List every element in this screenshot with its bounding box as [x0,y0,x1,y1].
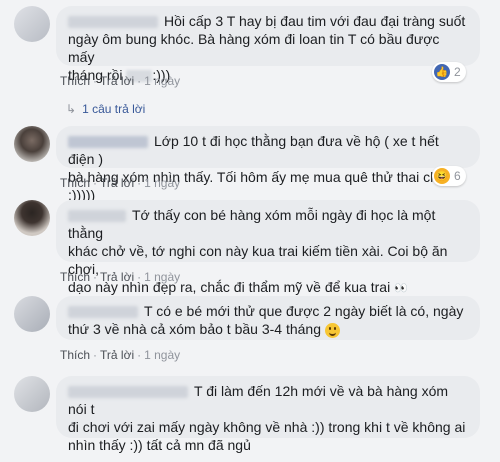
comment-text-line: nhìn thấy :)) tất cả mn đã ngủ [68,437,251,453]
comment-actions: Thích · Trả lời · 1 ngày [60,348,181,362]
like-link[interactable]: Thích [60,270,90,284]
avatar[interactable] [14,200,50,236]
comment-text-line: đi chơi với zai mấy ngày không về nhà :)… [68,419,466,435]
eyes-emoji-icon: 👀 [394,282,408,295]
haha-icon: 😆 [434,168,450,184]
author-name[interactable] [68,16,158,29]
comment-bubble: Lớp 10 t đi học thằng bạn đưa về hộ ( xe… [56,126,480,203]
timestamp[interactable]: 1 ngày [144,270,180,284]
reaction-summary[interactable]: 👍 2 [432,62,466,82]
reply-link[interactable]: Trả lời [100,176,134,190]
comment-bubble: T đi làm đến 12h mới về và bà hàng xóm n… [56,376,480,453]
avatar[interactable] [14,296,50,332]
comment-actions: Thích · Trả lời · 1 ngày [60,74,181,88]
reply-arrow-icon: ↳ [66,102,77,116]
like-link[interactable]: Thích [60,74,90,88]
avatar[interactable] [14,126,50,162]
like-icon: 👍 [434,64,450,80]
reaction-count: 2 [454,65,461,79]
comment-text-line: Hồi cấp 3 T hay bị đau tim với đau đại t… [164,13,466,29]
comment-bubble: Tớ thấy con bé hàng xóm mỗi ngày đi học … [56,200,480,295]
comment-bubble: T có e bé mới thử que được 2 ngày biết l… [56,296,480,340]
author-name[interactable] [68,306,138,319]
comment-bubble: Hồi cấp 3 T hay bị đau tim với đau đại t… [56,6,480,83]
smile-emoji-icon [324,322,340,338]
view-replies-link[interactable]: ↳ 1 câu trả lời [66,102,145,116]
author-name[interactable] [68,386,188,399]
author-name[interactable] [68,136,148,149]
comment-actions: Thích · Trả lời · 1 ngày [60,176,181,190]
reaction-count: 6 [454,169,461,183]
avatar[interactable] [14,376,50,412]
avatar[interactable] [14,6,50,42]
reply-link[interactable]: Trả lời [100,74,134,88]
comment-actions: Thích · Trả lời · 1 ngày [60,270,181,284]
timestamp[interactable]: 1 ngày [144,348,180,362]
reply-link[interactable]: Trả lời [100,348,134,362]
timestamp[interactable]: 1 ngày [144,176,180,190]
reaction-summary[interactable]: 😆 6 [432,166,466,186]
comment-text-line: T có e bé mới thử que được 2 ngày biết l… [144,303,464,319]
like-link[interactable]: Thích [60,348,90,362]
timestamp[interactable]: 1 ngày [144,74,180,88]
author-name[interactable] [68,210,126,223]
like-link[interactable]: Thích [60,176,90,190]
replies-count-label[interactable]: 1 câu trả lời [82,102,145,116]
reply-link[interactable]: Trả lời [100,270,134,284]
comment-text-line: ngày ôm bung khóc. Bà hàng xóm đi loan t… [68,31,440,65]
comment-text-line: thứ 3 về nhà cả xóm bảo t bầu 3-4 tháng [68,321,321,337]
